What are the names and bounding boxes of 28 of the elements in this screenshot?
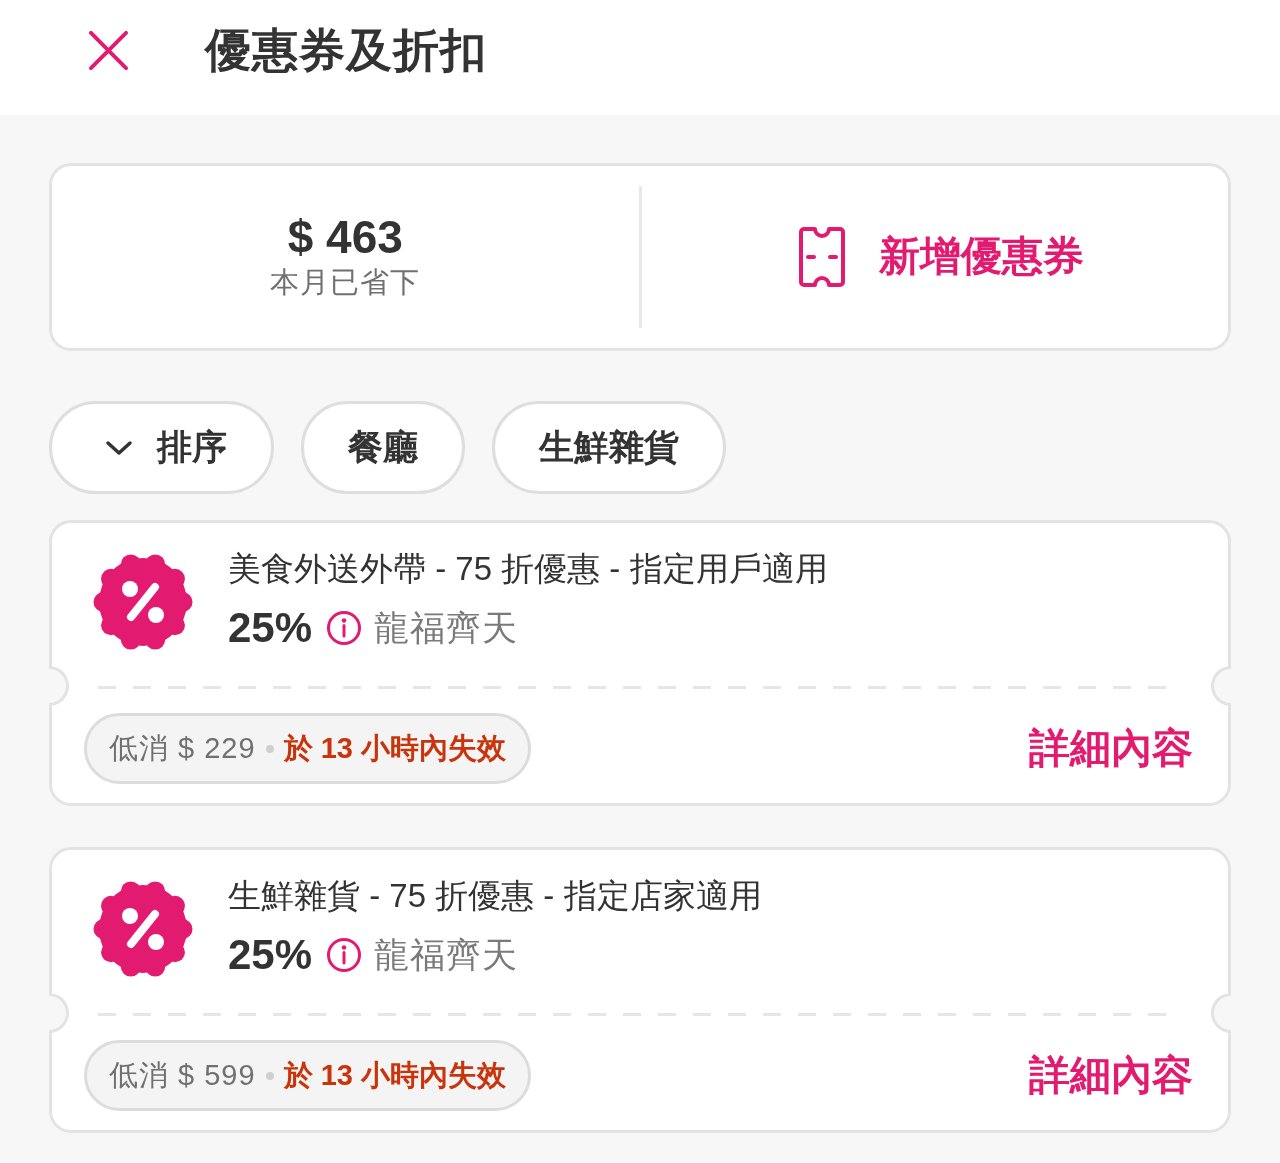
info-icon[interactable]	[326, 610, 363, 647]
voucher-title: 美食外送外帶 - 75 折優惠 - 指定用戶適用	[228, 549, 828, 589]
percent-badge-icon	[93, 552, 193, 652]
savings-caption: 本月已省下	[270, 265, 421, 301]
percent-badge-icon	[93, 879, 193, 979]
add-voucher-button[interactable]: 新增優惠券	[797, 226, 1084, 288]
close-icon[interactable]	[88, 30, 129, 71]
dot-icon	[265, 744, 274, 753]
expiry-text: 於 13 小時內失效	[283, 730, 506, 766]
sort-button[interactable]: 排序	[49, 401, 274, 494]
savings-amount: $ 463	[287, 211, 403, 263]
discount-percent: 25%	[228, 602, 313, 653]
minimum-spend: 低消 $ 599	[109, 1057, 256, 1093]
filter-chip[interactable]: 生鮮雜貨	[492, 401, 726, 494]
restaurant-name: 龍福齊天	[374, 934, 519, 977]
details-link[interactable]: 詳細內容	[1029, 1050, 1193, 1101]
page-title: 優惠券及折扣	[205, 22, 487, 78]
info-icon[interactable]	[326, 937, 363, 974]
filter-chip[interactable]: 餐廳	[301, 401, 465, 494]
details-link[interactable]: 詳細內容	[1029, 723, 1193, 774]
restaurant-name: 龍福齊天	[374, 607, 519, 650]
chevron-down-icon	[105, 439, 133, 456]
minimum-spend: 低消 $ 229	[109, 730, 256, 766]
expiry-text: 於 13 小時內失效	[283, 1057, 506, 1093]
discount-percent: 25%	[228, 929, 313, 980]
dot-icon	[265, 1071, 274, 1080]
ticket-icon	[797, 226, 846, 288]
voucher-title: 生鮮雜貨 - 75 折優惠 - 指定店家適用	[228, 876, 762, 916]
